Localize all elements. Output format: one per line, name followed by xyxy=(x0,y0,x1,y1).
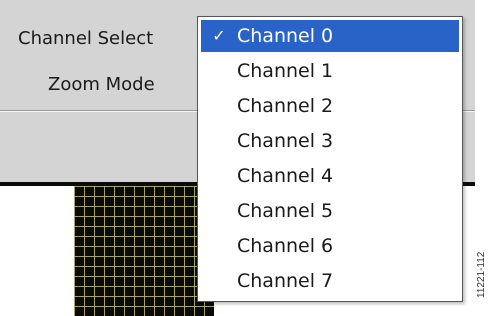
channel-option-7[interactable]: Channel 7 xyxy=(201,265,459,297)
check-icon: ✓ xyxy=(212,26,226,45)
channel-option-label: Channel 6 xyxy=(237,235,334,257)
channel-select-label: Channel Select xyxy=(18,28,154,49)
channel-option-5[interactable]: Channel 5 xyxy=(201,195,459,227)
channel-option-1[interactable]: Channel 1 xyxy=(201,55,459,87)
channel-option-0[interactable]: ✓ Channel 0 xyxy=(201,20,459,52)
channel-option-label: Channel 0 xyxy=(237,25,334,47)
channel-option-label: Channel 7 xyxy=(237,270,334,292)
plot-grid xyxy=(74,186,214,316)
channel-option-6[interactable]: Channel 6 xyxy=(201,230,459,262)
channel-option-label: Channel 5 xyxy=(237,200,334,222)
channel-option-label: Channel 2 xyxy=(237,95,334,117)
channel-option-label: Channel 1 xyxy=(237,60,334,82)
zoom-mode-label: Zoom Mode xyxy=(48,74,155,95)
channel-option-3[interactable]: Channel 3 xyxy=(201,125,459,157)
channel-option-label: Channel 3 xyxy=(237,130,334,152)
channel-option-2[interactable]: Channel 2 xyxy=(201,90,459,122)
channel-option-label: Channel 4 xyxy=(237,165,334,187)
figure-id: 11221-112 xyxy=(476,251,487,299)
channel-option-4[interactable]: Channel 4 xyxy=(201,160,459,192)
channel-dropdown-list[interactable]: ✓ Channel 0 Channel 1 Channel 2 Channel … xyxy=(197,16,463,302)
screenshot-area: Channel Select Zoom Mode ✓ Channel 0 Cha… xyxy=(0,0,475,316)
